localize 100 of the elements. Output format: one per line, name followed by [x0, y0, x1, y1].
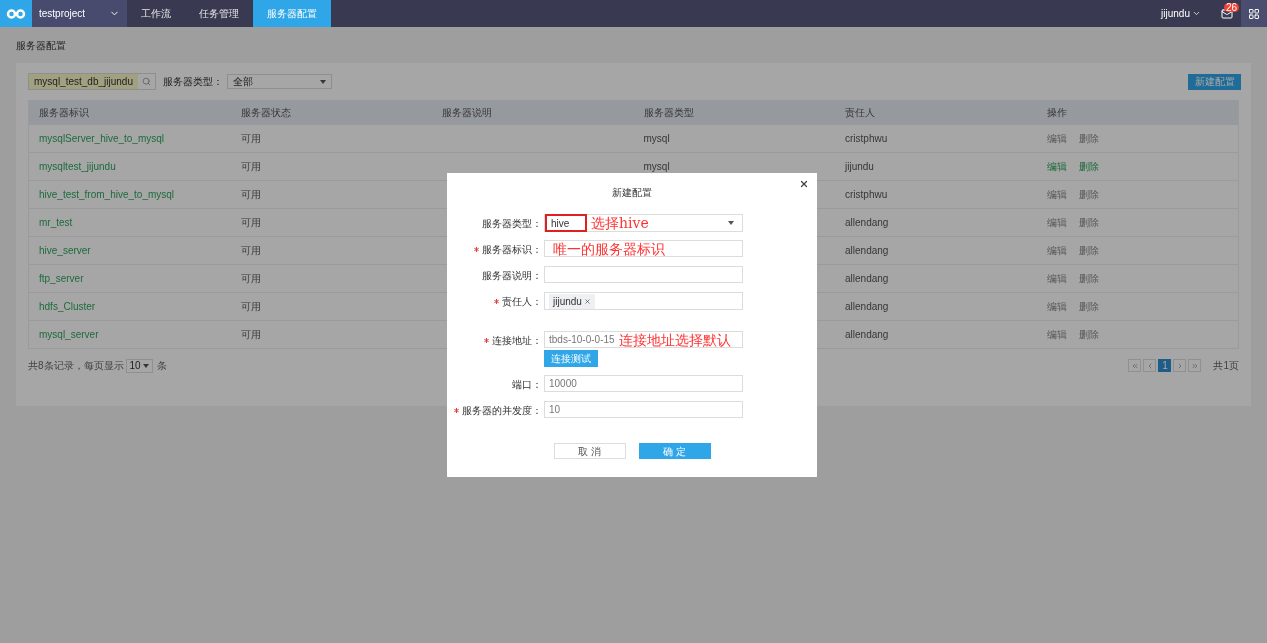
field-label: 服务器的并发度： — [462, 403, 542, 418]
annotation-text: 连接地址选择默认 — [618, 332, 731, 347]
input-field[interactable] — [544, 266, 743, 283]
server-id-link[interactable]: mysqltest_jijundu — [29, 153, 231, 181]
grid-icon — [1248, 7, 1260, 20]
action-link[interactable]: 编辑 — [1046, 215, 1067, 230]
action-link[interactable]: 删除 — [1078, 131, 1099, 146]
caret-icon — [319, 79, 326, 84]
server-id-link[interactable]: hdfs_Cluster — [29, 293, 231, 321]
server-id-link[interactable]: hive_test_from_hive_to_mysql — [29, 181, 231, 209]
action-link[interactable]: 删除 — [1078, 215, 1099, 230]
input-field[interactable]: 10 — [544, 401, 743, 418]
confirm-button[interactable]: 确 定 — [638, 443, 711, 459]
action-link[interactable]: 删除 — [1078, 299, 1099, 314]
action-link[interactable]: 编辑 — [1046, 243, 1067, 258]
user-menu[interactable]: jijundu — [1161, 0, 1213, 27]
action-link[interactable]: 编辑 — [1046, 131, 1067, 146]
input-field[interactable]: 唯一的服务器标识 — [544, 240, 743, 257]
field-label: 服务器标识： — [482, 242, 542, 257]
table-cell: allendang — [835, 293, 1037, 321]
table-cell: allendang — [835, 237, 1037, 265]
table-cell: 可用 — [230, 209, 432, 237]
close-icon[interactable] — [799, 179, 809, 189]
action-link[interactable]: 删除 — [1078, 243, 1099, 258]
nav-tab[interactable]: 任务管理 — [185, 0, 253, 27]
nav-tab[interactable]: 工作流 — [127, 0, 185, 27]
annotation-text: 唯一的服务器标识 — [553, 241, 665, 256]
filter-label: 服务器类型： — [162, 75, 223, 89]
first-page-button[interactable] — [1128, 359, 1142, 372]
column-header: 责任人 — [835, 100, 1037, 125]
double-chevron-icon — [1190, 361, 1199, 370]
table-cell: 可用 — [230, 237, 432, 265]
action-link[interactable]: 删除 — [1078, 159, 1099, 174]
new-config-button[interactable]: 新建配置 — [1188, 73, 1241, 90]
page-title: 服务器配置 — [16, 39, 67, 53]
server-id-link[interactable]: ftp_server — [29, 265, 231, 293]
user-tag: jijundu — [549, 293, 595, 309]
annotation-text: 选择hive — [591, 216, 649, 230]
column-header: 服务器说明 — [432, 100, 634, 125]
nav-tab[interactable]: 服务器配置 — [253, 0, 331, 27]
field-label: 服务器说明： — [482, 268, 542, 283]
caret-icon — [728, 221, 734, 225]
table-cell: 可用 — [230, 293, 432, 321]
table-cell: cristphwu — [835, 125, 1037, 153]
column-header: 服务器类型 — [633, 100, 835, 125]
next-page-button[interactable] — [1173, 359, 1187, 372]
table-cell: 可用 — [230, 181, 432, 209]
server-id-link[interactable]: mysqlServer_hive_to_mysql — [29, 125, 231, 153]
action-link[interactable]: 编辑 — [1046, 187, 1067, 202]
page-total: 共1页 — [1213, 359, 1239, 373]
table-cell: 可用 — [230, 265, 432, 293]
field-label: 端口： — [512, 377, 542, 392]
search-icon — [141, 77, 151, 86]
server-id-link[interactable]: mysql_server — [29, 321, 231, 349]
notification-badge: 26 — [1223, 3, 1239, 12]
action-link[interactable]: 删除 — [1078, 187, 1099, 202]
dialog-title: 新建配置 — [611, 186, 653, 200]
field-label: 服务器类型： — [482, 216, 542, 231]
input-field[interactable]: 10000 — [544, 375, 743, 392]
table-cell: allendang — [835, 209, 1037, 237]
app-grid-button[interactable] — [1241, 0, 1267, 27]
page-size-unit: 条 — [156, 359, 167, 373]
table-cell: allendang — [835, 321, 1037, 349]
table-cell: allendang — [835, 265, 1037, 293]
column-header: 操作 — [1036, 100, 1238, 125]
project-dropdown[interactable]: testproject — [32, 0, 127, 27]
field-value: 10000 — [549, 377, 577, 391]
input-field[interactable]: tbds-10-0-0-15 连接地址选择默认 — [544, 331, 743, 348]
table-cell: jijundu — [835, 153, 1037, 181]
search-value: mysql_test_db_jijundu — [29, 74, 138, 89]
action-link[interactable]: 编辑 — [1046, 159, 1067, 174]
last-page-button[interactable] — [1188, 359, 1202, 372]
page-button[interactable]: 1 — [1158, 359, 1172, 372]
table-cell: mysql — [633, 125, 835, 153]
action-link[interactable]: 删除 — [1078, 271, 1099, 286]
search-field[interactable]: mysql_test_db_jijundu — [28, 73, 156, 90]
prev-page-button[interactable] — [1143, 359, 1157, 372]
table-cell: cristphwu — [835, 181, 1037, 209]
action-link[interactable]: 编辑 — [1046, 271, 1067, 286]
remove-icon[interactable] — [583, 297, 591, 305]
action-link[interactable]: 删除 — [1078, 327, 1099, 342]
type-select[interactable]: 全部 — [226, 74, 332, 89]
server-id-link[interactable]: mr_test — [29, 209, 231, 237]
cancel-button[interactable]: 取 消 — [553, 443, 626, 459]
server-id-link[interactable]: hive_server — [29, 237, 231, 265]
action-link[interactable]: 编辑 — [1046, 327, 1067, 342]
field-label: 连接地址： — [492, 333, 542, 348]
chevron-icon — [1192, 9, 1201, 18]
connection-test-button[interactable]: 连接测试 — [544, 350, 598, 367]
caret-icon — [142, 363, 149, 368]
input-field[interactable]: jijundu — [544, 292, 743, 310]
select-field[interactable]: hive 选择hive — [544, 214, 743, 232]
field-value: tbds-10-0-0-15 — [549, 333, 615, 347]
field-label: 责任人： — [502, 294, 542, 309]
table-cell: 可用 — [230, 321, 432, 349]
double-chevron-icon — [1130, 361, 1139, 370]
table-cell: 可用 — [230, 153, 432, 181]
selected-value: hive — [545, 214, 587, 232]
page-size-select[interactable]: 10 — [125, 358, 153, 373]
action-link[interactable]: 编辑 — [1046, 299, 1067, 314]
